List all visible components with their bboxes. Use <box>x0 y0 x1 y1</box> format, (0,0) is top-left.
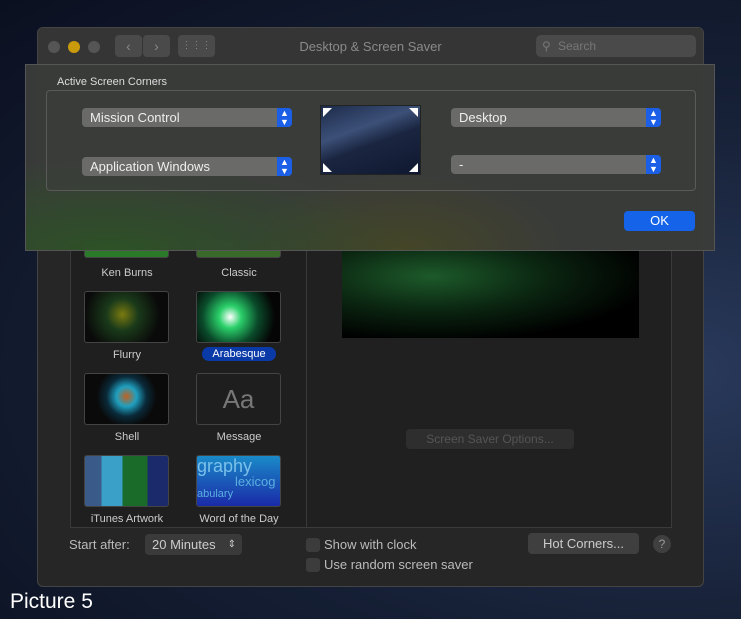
screensaver-label: Flurry <box>112 349 142 361</box>
screensaver-label: Word of the Day <box>199 513 279 525</box>
arabesque-thumbnail[interactable] <box>196 291 281 343</box>
updown-arrows-icon: ▲ ▼ <box>277 108 292 127</box>
screensaver-preview <box>342 250 639 338</box>
corner-marker-icon <box>323 163 332 172</box>
flurry-thumbnail[interactable] <box>84 291 169 343</box>
bottom-right-corner-select[interactable]: - ▲ ▼ <box>451 155 661 174</box>
message-thumbnail[interactable]: Aa <box>196 373 281 425</box>
stepper-icon: ⇕ <box>227 539 236 550</box>
updown-arrows-icon: ▲ ▼ <box>646 155 661 174</box>
top-left-value: Mission Control <box>90 110 180 125</box>
hot-corners-button[interactable]: Hot Corners... <box>528 533 639 554</box>
selected-label: Arabesque <box>202 347 276 361</box>
bottom-right-value: - <box>459 157 464 172</box>
start-after-label: Start after: <box>69 537 130 552</box>
search-icon: ⚲ <box>542 39 551 53</box>
word-of-the-day-thumbnail[interactable]: graphy lexicog abulary <box>196 455 281 507</box>
title-bar: ‹ › ⋮⋮⋮ Desktop & Screen Saver ⚲ Search <box>38 28 703 65</box>
sheet-title: Active Screen Corners <box>57 76 168 88</box>
bottom-left-corner-select[interactable]: Application Windows ▲ ▼ <box>82 157 292 176</box>
itunes-artwork-thumbnail[interactable] <box>84 455 169 507</box>
preview-panel: Screen Saver Options... <box>306 250 672 528</box>
bottom-left-value: Application Windows <box>90 159 210 174</box>
shell-thumbnail[interactable] <box>84 373 169 425</box>
message-thumb-text: Aa <box>222 384 255 414</box>
screensaver-label: iTunes Artwork <box>90 513 164 525</box>
random-screen-saver-label: Use random screen saver <box>324 557 473 572</box>
thumb-word: graphy <box>197 456 253 476</box>
thumb-word: lexicog <box>235 474 276 489</box>
ok-button[interactable]: OK <box>624 211 695 231</box>
thumb-word: abulary <box>197 488 234 500</box>
desktop-preview-image <box>320 105 421 175</box>
top-left-corner-select[interactable]: Mission Control ▲ ▼ <box>82 108 292 127</box>
search-placeholder: Search <box>558 39 597 53</box>
screensaver-label: Classic <box>221 267 257 279</box>
top-right-corner-select[interactable]: Desktop ▲ ▼ <box>451 108 661 127</box>
screensaver-label: Shell <box>114 431 140 443</box>
start-after-value: 20 Minutes <box>152 537 216 552</box>
top-right-value: Desktop <box>459 110 507 125</box>
help-button[interactable]: ? <box>653 535 671 553</box>
screensaver-label: Message <box>216 431 262 443</box>
screensaver-list[interactable]: Ken Burns Classic Flurry Arabesque Aa Sh… <box>70 240 307 528</box>
show-with-clock-checkbox[interactable] <box>306 538 320 552</box>
updown-arrows-icon: ▲ ▼ <box>277 157 292 176</box>
start-after-select[interactable]: 20 Minutes ⇕ <box>145 534 242 555</box>
corner-marker-icon <box>323 108 332 117</box>
corner-marker-icon <box>409 108 418 117</box>
screensaver-label: Arabesque <box>183 347 295 361</box>
updown-arrows-icon: ▲ ▼ <box>646 108 661 127</box>
active-screen-corners-sheet: Active Screen Corners Mission Control ▲ ▼ … <box>25 64 715 251</box>
screen-saver-options-button[interactable]: Screen Saver Options... <box>406 429 574 449</box>
search-input[interactable]: ⚲ Search <box>536 35 696 57</box>
screensaver-label: Ken Burns <box>101 267 153 279</box>
corner-marker-icon <box>409 163 418 172</box>
show-with-clock-label: Show with clock <box>324 537 417 552</box>
picture-caption: Picture 5 <box>10 590 93 613</box>
random-screen-saver-checkbox[interactable] <box>306 558 320 572</box>
